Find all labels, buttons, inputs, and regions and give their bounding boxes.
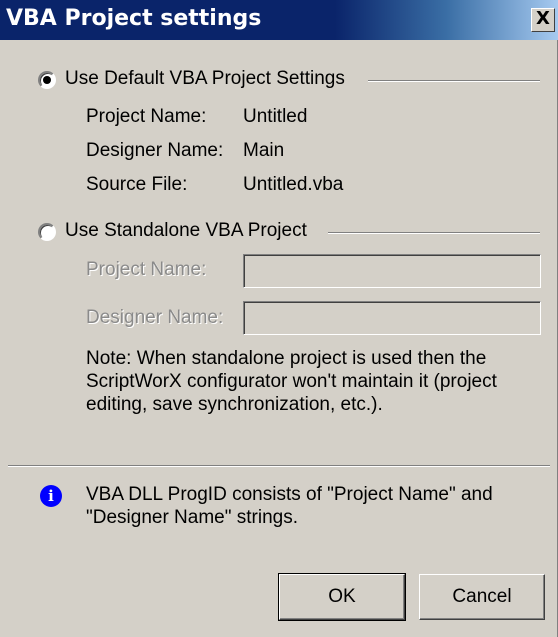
default-settings-radio[interactable] xyxy=(38,71,56,89)
note-line: Note: When standalone project is used th… xyxy=(86,348,487,369)
info-message: VBA DLL ProgID consists of "Project Name… xyxy=(86,483,493,529)
vba-project-settings-dialog: VBA Project settings X Use Default VBA P… xyxy=(0,0,558,637)
source-file-value: Untitled.vba xyxy=(243,174,344,195)
close-button[interactable]: X xyxy=(531,8,555,32)
dialog-separator xyxy=(8,465,550,467)
radio-selected-dot xyxy=(43,76,51,84)
close-icon: X xyxy=(536,8,550,29)
standalone-note: Note: When standalone project is used th… xyxy=(86,347,497,416)
standalone-project-label[interactable]: Use Standalone VBA Project xyxy=(65,220,307,242)
standalone-designer-name-label: Designer Name: xyxy=(86,307,224,328)
group-divider-default xyxy=(368,80,540,82)
group-divider-standalone xyxy=(328,232,540,234)
default-settings-label[interactable]: Use Default VBA Project Settings xyxy=(65,68,345,90)
default-project-name-value: Untitled xyxy=(243,106,308,127)
info-line: "Designer Name" strings. xyxy=(86,507,299,528)
standalone-project-radio[interactable] xyxy=(38,223,56,241)
cancel-button[interactable]: Cancel xyxy=(419,574,545,620)
project-name-input[interactable] xyxy=(243,254,541,288)
info-icon: i xyxy=(40,485,62,507)
source-file-label: Source File: xyxy=(86,174,188,195)
standalone-project-name-label: Project Name: xyxy=(86,259,207,280)
window-title: VBA Project settings xyxy=(6,6,262,31)
title-bar[interactable]: VBA Project settings X xyxy=(0,0,558,40)
designer-name-input[interactable] xyxy=(243,301,541,335)
info-icon-glyph: i xyxy=(48,487,54,505)
default-project-name-label: Project Name: xyxy=(86,106,207,127)
default-designer-name-value: Main xyxy=(243,140,285,161)
note-line: editing, save synchronization, etc.). xyxy=(86,394,383,415)
note-line: ScriptWorX configurator won't maintain i… xyxy=(86,371,497,392)
default-designer-name-label: Designer Name: xyxy=(86,140,224,161)
ok-button[interactable]: OK xyxy=(278,573,406,621)
info-line: VBA DLL ProgID consists of "Project Name… xyxy=(86,484,493,505)
